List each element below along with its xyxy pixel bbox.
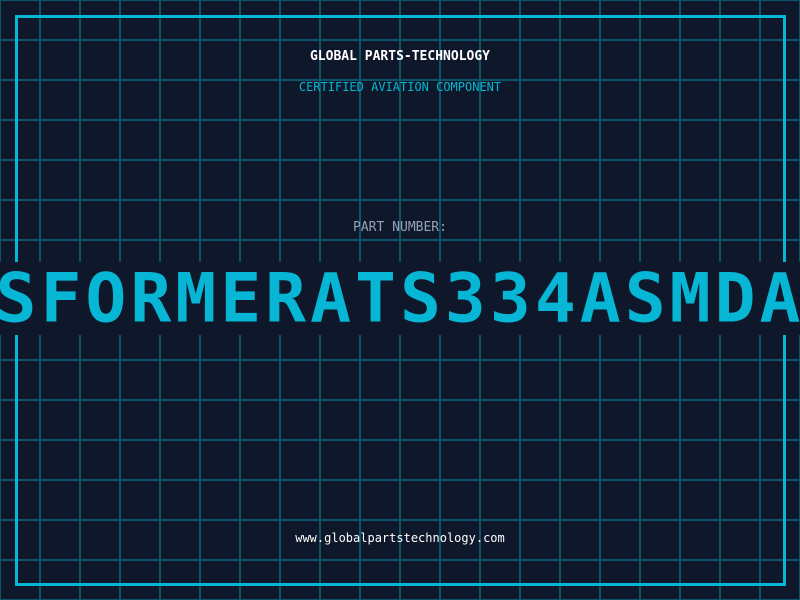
website-url: www.globalpartstechnology.com	[295, 531, 505, 545]
part-number-value: SFORMERATS334ASMDA	[0, 262, 800, 335]
company-title: GLOBAL PARTS-TECHNOLOGY	[309, 49, 490, 64]
part-number-label: PART NUMBER:	[353, 220, 447, 235]
certification-subtitle: CERTIFIED AVIATION COMPONENT	[298, 80, 502, 94]
part-number-band: SFORMERATS334ASMDA	[0, 262, 800, 335]
